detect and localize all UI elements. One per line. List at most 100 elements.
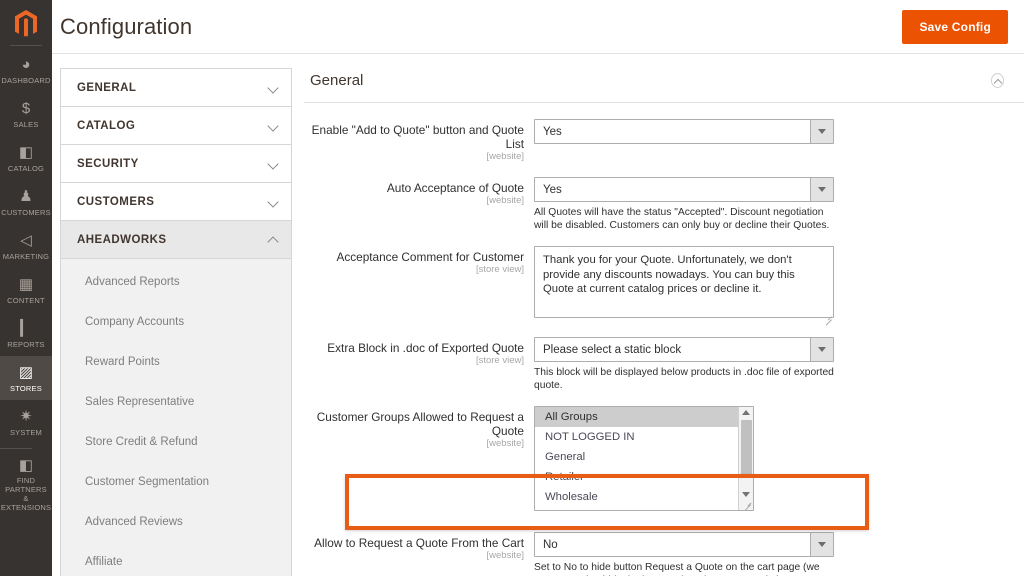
box-icon: ◧	[18, 144, 34, 161]
field-hint: All Quotes will have the status "Accepte…	[534, 207, 830, 231]
config-subitem-advanced-reviews[interactable]: Advanced Reviews	[61, 502, 291, 542]
nav-item-system[interactable]: ✷ SYSTEM	[0, 400, 52, 444]
config-section-label: CUSTOMERS	[77, 195, 155, 208]
gear-icon: ✷	[19, 408, 33, 425]
scroll-down-icon[interactable]	[742, 492, 750, 497]
label-scope: [store view]	[475, 355, 524, 366]
textarea-wrapper	[534, 246, 834, 326]
label-scope: [website]	[486, 438, 525, 449]
section-title: General	[310, 72, 364, 89]
nav-item-label: FIND PARTNERS & EXTENSIONS	[0, 476, 52, 512]
config-main-panel: General Enable "Add to Quote" button and…	[292, 54, 1024, 576]
config-subitem-sales-representative[interactable]: Sales Representative	[61, 382, 291, 422]
chevron-down-icon[interactable]	[810, 338, 833, 361]
config-section-security[interactable]: SECURITY	[61, 145, 291, 183]
field-control: No Set to No to hide button Request a Qu…	[534, 532, 874, 576]
config-subitems: Advanced Reports Company Accounts Reward P…	[61, 259, 291, 576]
magento-logo[interactable]	[0, 0, 52, 48]
field-control	[534, 246, 864, 326]
save-config-button[interactable]: Save Config	[902, 9, 1008, 44]
nav-item-sales[interactable]: $ SALES	[0, 92, 52, 136]
select-value: Yes	[543, 125, 562, 138]
field-label: Allow to Request a Quote From the Cart […	[304, 532, 534, 576]
chevron-down-icon	[268, 158, 279, 169]
multiselect-option[interactable]: Wholesale	[535, 487, 738, 507]
multiselect-scrollbar[interactable]	[738, 407, 753, 510]
nav-item-customers[interactable]: ♟ CUSTOMERS	[0, 180, 52, 224]
config-subitem-company-accounts[interactable]: Company Accounts	[61, 302, 291, 342]
field-acceptance-comment: Acceptance Comment for Customer [store v…	[304, 246, 1024, 326]
dollar-icon: $	[21, 100, 31, 117]
nav-item-reports[interactable]: ▎ REPORTS	[0, 312, 52, 356]
field-control: Please select a static block This block …	[534, 337, 864, 392]
label-text: Acceptance Comment for Customer	[336, 250, 524, 264]
config-section-general[interactable]: GENERAL	[61, 69, 291, 107]
config-section-tree: GENERAL CATALOG SECURITY CUSTOMERS AHEADWORK…	[52, 54, 292, 576]
layout-icon: ▦	[18, 276, 34, 293]
chevron-down-icon	[268, 82, 279, 93]
nav-item-dashboard[interactable]: ◕ DASHBOARD	[0, 48, 52, 92]
config-section-label: AHEADWORKS	[77, 233, 167, 246]
nav-item-label: MARKETING	[2, 251, 50, 261]
auto-acceptance-select[interactable]: Yes	[534, 177, 834, 202]
scrollbar-thumb[interactable]	[741, 420, 752, 476]
page-body: GENERAL CATALOG SECURITY CUSTOMERS AHEADWORK…	[52, 54, 1024, 576]
nav-item-label: CUSTOMERS	[1, 207, 51, 217]
chevron-down-icon	[268, 120, 279, 131]
multiselect-option[interactable]: All Groups	[535, 407, 738, 427]
nav-item-label: CATALOG	[7, 163, 45, 173]
nav-item-label: DASHBOARD	[1, 75, 51, 85]
label-text: Extra Block in .doc of Exported Quote	[327, 341, 524, 355]
page-header: Configuration Save Config	[52, 0, 1024, 54]
acceptance-comment-textarea[interactable]	[534, 246, 834, 318]
chevron-down-icon[interactable]	[810, 178, 833, 201]
chevron-down-icon[interactable]	[810, 533, 833, 556]
label-scope: [website]	[486, 151, 525, 162]
config-section-label: SECURITY	[77, 157, 139, 170]
person-icon: ♟	[19, 188, 33, 205]
label-scope: [website]	[486, 550, 525, 561]
scroll-up-icon[interactable]	[742, 410, 750, 415]
field-label: Extra Block in .doc of Exported Quote [s…	[304, 337, 534, 392]
customer-groups-multiselect[interactable]: All Groups NOT LOGGED IN General Retailer Wh…	[534, 406, 754, 511]
config-subitem-customer-segmentation[interactable]: Customer Segmentation	[61, 462, 291, 502]
field-label: Auto Acceptance of Quote [website]	[304, 177, 534, 232]
config-section-label: CATALOG	[77, 119, 136, 132]
nav-item-find-partners-extensions[interactable]: ◧ FIND PARTNERS & EXTENSIONS	[0, 452, 52, 516]
chevron-up-circle-icon[interactable]	[991, 73, 1004, 88]
field-control: All Groups NOT LOGGED IN General Retailer Wh…	[534, 406, 864, 511]
field-hint: Set to No to hide button Request a Quote…	[534, 562, 820, 576]
nav-item-marketing[interactable]: ◁ MARKETING	[0, 224, 52, 268]
config-section-catalog[interactable]: CATALOG	[61, 107, 291, 145]
config-section-customers[interactable]: CUSTOMERS	[61, 183, 291, 221]
field-enable-add-to-quote: Enable "Add to Quote" button and Quote L…	[304, 119, 1024, 163]
page-title: Configuration	[60, 13, 193, 39]
nav-item-label: REPORTS	[7, 339, 45, 349]
config-tree-inner: GENERAL CATALOG SECURITY CUSTOMERS AHEADWORK…	[60, 68, 292, 576]
nav-item-content[interactable]: ▦ CONTENT	[0, 268, 52, 312]
extra-block-select[interactable]: Please select a static block	[534, 337, 834, 362]
config-section-aheadworks[interactable]: AHEADWORKS	[61, 221, 291, 259]
field-label: Customer Groups Allowed to Request a Quo…	[304, 406, 534, 511]
enable-add-to-quote-select[interactable]: Yes	[534, 119, 834, 144]
nav-item-stores[interactable]: ▨ STORES	[0, 356, 52, 400]
config-subitem-reward-points[interactable]: Reward Points	[61, 342, 291, 382]
nav-item-label: SALES	[13, 119, 39, 129]
nav-item-catalog[interactable]: ◧ CATALOG	[0, 136, 52, 180]
nav-item-label: STORES	[10, 383, 42, 393]
multiselect-option[interactable]: Retailer	[535, 467, 738, 487]
chevron-down-icon[interactable]	[810, 120, 833, 143]
multiselect-option[interactable]: General	[535, 447, 738, 467]
multiselect-option[interactable]: NOT LOGGED IN	[535, 427, 738, 447]
field-auto-acceptance: Auto Acceptance of Quote [website] Yes A…	[304, 177, 1024, 232]
field-extra-block: Extra Block in .doc of Exported Quote [s…	[304, 337, 1024, 392]
config-subitem-affiliate[interactable]: Affiliate	[61, 542, 291, 576]
config-subitem-store-credit-refund[interactable]: Store Credit & Refund	[61, 422, 291, 462]
field-control: Yes All Quotes will have the status "Acc…	[534, 177, 864, 232]
allow-request-from-cart-select[interactable]: No	[534, 532, 834, 557]
config-subitem-advanced-reports[interactable]: Advanced Reports	[61, 262, 291, 302]
package-icon: ◧	[18, 456, 34, 474]
section-header[interactable]: General	[304, 54, 1024, 103]
storefront-icon: ▨	[18, 364, 34, 381]
field-hint: This block will be displayed below produ…	[534, 367, 834, 391]
